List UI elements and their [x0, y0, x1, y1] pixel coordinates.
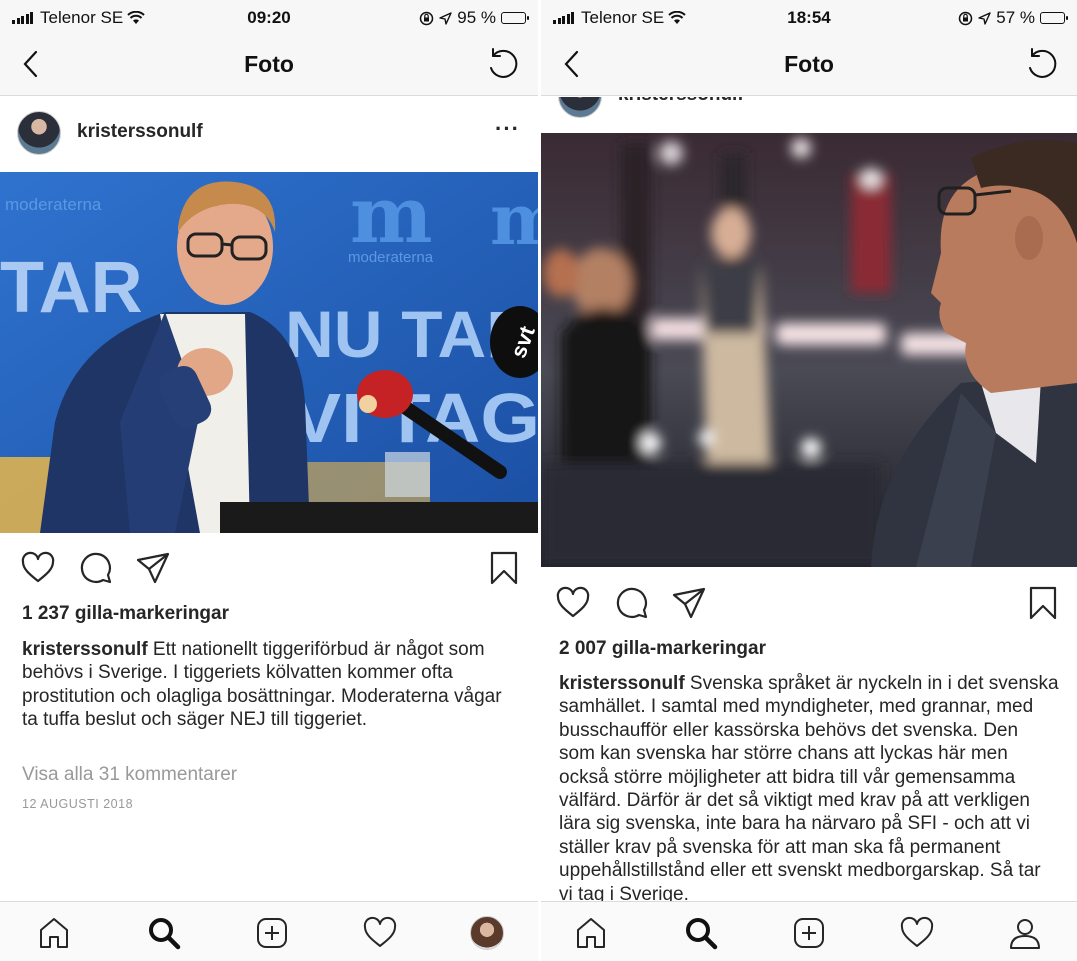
location-icon	[978, 11, 991, 25]
view-comments-link[interactable]: Visa alla 31 kommentarer	[22, 764, 237, 786]
post-photo-image: m m moderaterna moderaterna TAR NU TAR V…	[0, 172, 538, 533]
post-date: 12 AUGUSTI 2018	[22, 797, 134, 811]
activity-heart-icon[interactable]	[899, 915, 935, 951]
nav-bar: Foto	[541, 34, 1077, 96]
post-header: kristerssonulf	[541, 97, 1077, 133]
bookmark-icon[interactable]	[1027, 585, 1059, 621]
avatar[interactable]	[17, 111, 61, 155]
caption-username[interactable]: kristerssonulf	[22, 639, 148, 660]
location-icon	[439, 11, 452, 25]
avatar[interactable]	[558, 97, 602, 118]
home-icon[interactable]	[573, 915, 609, 951]
tab-bar	[541, 901, 1077, 961]
comment-icon[interactable]	[78, 550, 114, 586]
profile-avatar[interactable]	[470, 916, 504, 950]
caption-username[interactable]: kristerssonulf	[559, 673, 685, 694]
status-right-group: 57 %	[958, 8, 1068, 28]
more-options-icon[interactable]: ···	[495, 116, 520, 142]
search-icon[interactable]	[683, 915, 719, 951]
rotation-lock-icon	[959, 11, 973, 25]
heart-icon[interactable]	[555, 585, 591, 621]
backdrop-logo-m: m	[350, 172, 433, 261]
share-icon[interactable]	[135, 550, 171, 586]
likes-count[interactable]: 2 007 gilla-markeringar	[559, 638, 766, 660]
page-title: Foto	[784, 51, 834, 77]
battery-percent: 57 %	[996, 8, 1035, 27]
post-photo-image	[541, 133, 1077, 567]
post-header-clip: kristerssonulf	[541, 97, 1077, 133]
post-actions	[0, 540, 538, 596]
page-title: Foto	[244, 51, 294, 77]
add-icon[interactable]	[254, 915, 290, 951]
battery-icon	[1040, 12, 1068, 24]
post-username[interactable]: kristerssonulf	[77, 121, 203, 143]
post-actions	[541, 575, 1077, 631]
comment-icon[interactable]	[614, 585, 650, 621]
caption-text: Svenska språket är nyckeln in i det sven…	[559, 673, 1059, 905]
home-icon[interactable]	[36, 915, 72, 951]
share-icon[interactable]	[671, 585, 707, 621]
phone-screen-right: Telenor SE 18:54 57 % Foto kristerssonul…	[541, 0, 1077, 961]
post-photo[interactable]: m m moderaterna moderaterna TAR NU TAR V…	[0, 172, 538, 533]
activity-heart-icon[interactable]	[362, 915, 398, 951]
phone-screen-left: Telenor SE 09:20 95 % Foto kristerssonul…	[0, 0, 538, 961]
backdrop-logo-m-2: m	[490, 178, 538, 261]
post-caption: kristerssonulf Ett nationellt tiggeriför…	[22, 638, 514, 732]
tab-bar	[0, 901, 538, 961]
backdrop-left-text: TAR	[0, 248, 143, 328]
battery-percent: 95 %	[457, 8, 496, 27]
status-bar: Telenor SE 09:20 95 %	[0, 0, 538, 34]
refresh-icon[interactable]	[484, 46, 520, 82]
bookmark-icon[interactable]	[488, 550, 520, 586]
nav-bar: Foto	[0, 34, 538, 96]
heart-icon[interactable]	[20, 550, 56, 586]
likes-count[interactable]: 1 237 gilla-markeringar	[22, 603, 229, 625]
post-photo[interactable]	[541, 133, 1077, 567]
post-caption: kristerssonulf Svenska språket är nyckel…	[559, 672, 1059, 906]
add-icon[interactable]	[791, 915, 827, 951]
refresh-icon[interactable]	[1023, 46, 1059, 82]
rotation-lock-icon	[420, 11, 434, 25]
backdrop-brand-2: moderaterna	[5, 195, 102, 214]
post-username[interactable]: kristerssonulf	[618, 97, 744, 106]
status-bar: Telenor SE 18:54 57 %	[541, 0, 1077, 34]
profile-icon[interactable]	[1007, 915, 1043, 951]
backdrop-brand: moderaterna	[348, 249, 434, 266]
search-icon[interactable]	[146, 915, 182, 951]
battery-icon	[501, 12, 529, 24]
post-header: kristerssonulf ···	[0, 96, 538, 172]
status-right-group: 95 %	[419, 8, 529, 28]
